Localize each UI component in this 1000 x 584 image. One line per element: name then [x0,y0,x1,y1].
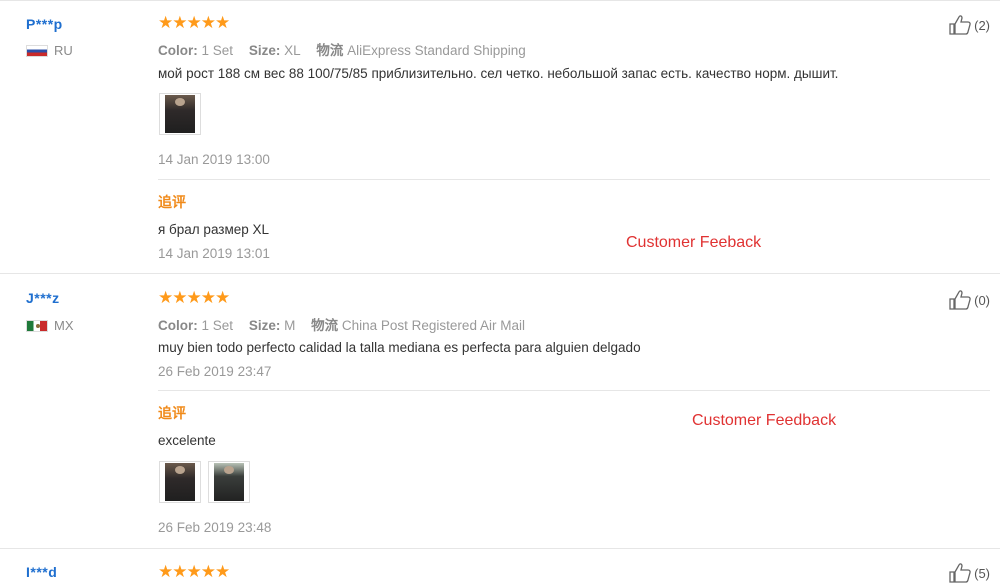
followup-date: 26 Feb 2019 23:48 [158,520,272,535]
annotation-label: Customer Feedback [692,412,837,429]
followup-text: я брал размер XL [158,222,270,237]
order-info: Color: 1 Set Size: M 物流 China Post Regis… [158,314,537,334]
size-label: Size: [248,43,281,58]
review-photo[interactable] [159,93,201,135]
followup-photo[interactable] [159,461,201,503]
helpful-button[interactable]: (2) [948,14,990,36]
followup-divider [158,179,990,180]
thumbs-up-icon [949,15,971,35]
thumbs-up-icon [949,290,971,310]
followup-divider [158,390,990,391]
thumbs-up-icon [949,563,971,583]
helpful-button[interactable]: (0) [948,289,990,311]
review-date: 14 Jan 2019 13:00 [158,152,270,167]
review-text: muy bien todo perfecto calidad la talla … [158,340,641,355]
photo-thumbnail [214,463,244,501]
color-value: 1 Set [201,43,234,58]
photo-thumbnail [165,463,195,501]
review-divider [0,548,1000,549]
mexico-flag-icon [26,319,48,332]
star-rating: ★★★★★ [158,13,230,32]
helpful-count: (0) [974,292,990,308]
top-divider [0,0,1000,1]
followup-date: 14 Jan 2019 13:01 [158,246,270,261]
star-rating: ★★★★★ [158,288,230,307]
size-value: M [284,318,296,333]
shipping-label: 物流 [311,318,339,333]
reviewer-name[interactable]: J***z [26,290,60,306]
reviewer-country: RU [26,43,73,58]
review-text: мой рост 188 см вес 88 100/75/85 приблиз… [158,66,839,81]
review-divider [0,273,1000,274]
helpful-count: (2) [974,17,990,33]
reviewer-country: MX [26,318,74,333]
color-label: Color: [158,43,198,58]
reviewer-name[interactable]: P***p [26,16,63,32]
followup-text: excelente [158,433,216,448]
country-code: RU [54,43,73,58]
color-label: Color: [158,318,198,333]
followup-label: 追评 [158,194,186,210]
photo-thumbnail [165,95,195,133]
star-rating: ★★★★★ [158,562,230,581]
helpful-count: (5) [974,565,990,581]
reviewer-name[interactable]: I***d [26,564,57,580]
review-date: 26 Feb 2019 23:47 [158,364,272,379]
shipping-label: 物流 [316,43,344,58]
size-label: Size: [248,318,281,333]
followup-label: 追评 [158,405,186,421]
helpful-button[interactable]: (5) [948,562,990,584]
annotation-label: Customer Feeback [626,234,762,251]
shipping-value: China Post Registered Air Mail [341,318,525,333]
shipping-value: AliExpress Standard Shipping [347,43,526,58]
color-value: 1 Set [201,318,234,333]
followup-photo[interactable] [208,461,250,503]
country-code: MX [54,318,74,333]
order-info: Color: 1 Set Size: XL 物流 AliExpress Stan… [158,39,538,59]
size-value: XL [284,43,301,58]
russia-flag-icon [26,44,48,57]
